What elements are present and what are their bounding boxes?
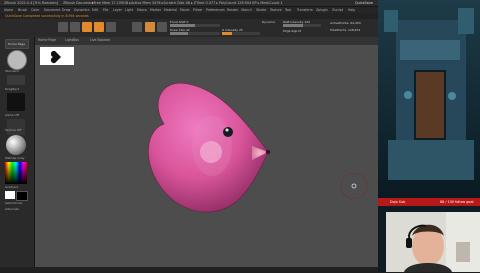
move-button[interactable] xyxy=(82,22,92,32)
goal-right-text: 88 / 100 follow goal xyxy=(440,199,474,204)
menu-material[interactable]: Material xyxy=(164,8,177,12)
zsub-button[interactable] xyxy=(157,22,167,32)
menu-document[interactable]: Document xyxy=(44,8,61,12)
webcam-feed xyxy=(386,212,480,272)
draw-button[interactable] xyxy=(70,22,80,32)
home-page-button[interactable]: Home Page xyxy=(5,39,29,49)
material-label: MatCap Gray xyxy=(5,156,25,160)
brush-thumbnail[interactable] xyxy=(7,50,27,70)
menu-marker[interactable]: Marker xyxy=(150,8,161,12)
goal-left-text: Dojo Sub xyxy=(390,199,406,204)
app-title: ZBrush 2022.0.4 [Trin Rueuben] xyxy=(4,1,59,5)
menu-tool[interactable]: Tool xyxy=(285,8,291,12)
menu-light[interactable]: Light xyxy=(125,8,133,12)
document-title: ZBrush Document xyxy=(63,1,94,5)
menu-render[interactable]: Render xyxy=(227,8,238,12)
draw-size-slider[interactable] xyxy=(170,32,220,35)
canvas-top-shelf: Home Page LightBox Live Boolean xyxy=(35,37,378,45)
menu-zplugin[interactable]: Zplugin xyxy=(316,8,328,12)
edit-button[interactable] xyxy=(58,22,68,32)
switch-color-button[interactable]: SwitchColor xyxy=(5,201,23,205)
stroke-label: DragRect xyxy=(5,87,19,91)
secondary-color-swatch[interactable] xyxy=(16,191,28,201)
mrgb-button[interactable] xyxy=(132,22,142,32)
menu-file[interactable]: File xyxy=(103,8,108,12)
texture-label: Texture Off xyxy=(5,128,22,132)
menu-layer[interactable]: Layer xyxy=(113,8,122,12)
stats-readout: ▸Free Mem 17.109GB ▸Active Mem 3476 ▸Scr… xyxy=(92,1,283,5)
rotate-button[interactable] xyxy=(106,22,116,32)
live-boolean-tab[interactable]: Live Boolean xyxy=(90,38,110,42)
active-points: ActivePoints: 64,450 xyxy=(330,21,361,25)
webcam-person xyxy=(386,212,480,272)
menu-preferences[interactable]: Preferences xyxy=(206,8,225,12)
status-bar xyxy=(0,267,380,272)
home-page-tab[interactable]: Home Page xyxy=(38,38,56,42)
dynamic-label[interactable]: Dynamic xyxy=(262,20,275,24)
menu-alpha[interactable]: Alpha xyxy=(4,8,13,12)
top-toolbar: Focal Shift 0 Draw Size 42 Z Intensity 2… xyxy=(0,19,380,38)
menu-macro[interactable]: Macro xyxy=(137,8,147,12)
menu-help[interactable]: Help xyxy=(348,8,355,12)
menu-transform[interactable]: Transform xyxy=(297,8,313,12)
menu-color[interactable]: Color xyxy=(31,8,39,12)
rgb-intensity-slider[interactable] xyxy=(283,24,321,27)
lightbox-tab[interactable]: LightBox xyxy=(65,38,79,42)
menu-stroke[interactable]: Stroke xyxy=(256,8,266,12)
zadd-button[interactable] xyxy=(145,22,155,32)
gradient-label: Gradient xyxy=(5,185,19,189)
color-picker[interactable] xyxy=(5,162,27,184)
texture-thumbnail[interactable] xyxy=(7,119,25,135)
alpha-label: Alpha Off xyxy=(5,113,19,117)
focal-shift-slider[interactable] xyxy=(170,24,220,27)
quicksave-button[interactable]: QuickSave xyxy=(355,1,373,5)
menu-texture[interactable]: Texture xyxy=(270,8,282,12)
tool-thumbnail[interactable] xyxy=(40,47,74,65)
menu-brush[interactable]: Brush xyxy=(18,8,27,12)
heart-model[interactable] xyxy=(140,60,300,230)
z-intensity-slider[interactable] xyxy=(222,32,260,35)
alternate-button[interactable]: Alternate xyxy=(5,207,19,211)
menu-movie[interactable]: Movie xyxy=(180,8,189,12)
heart-eye xyxy=(223,127,233,137)
mrgb-label: Mrgb Rgb M xyxy=(283,29,301,33)
alpha-thumbnail[interactable] xyxy=(7,93,25,111)
menu-picker[interactable]: Picker xyxy=(193,8,203,12)
material-sphere[interactable] xyxy=(6,135,26,155)
total-points: TotalPoints: 128,872 xyxy=(330,28,361,32)
brush-cursor-icon xyxy=(340,172,368,200)
menu-edit[interactable]: Edit xyxy=(92,8,98,12)
heart-icon xyxy=(50,50,61,64)
scale-button[interactable] xyxy=(94,22,104,32)
reference-scene xyxy=(378,0,480,198)
main-color-swatch[interactable] xyxy=(5,191,15,199)
left-shelf: Home Page Standard DragRect Alpha Off Te… xyxy=(0,37,35,267)
quicksave-notice: QuickSave Completed successfully in 8.99… xyxy=(5,14,89,18)
menu-zscript[interactable]: Zscript xyxy=(332,8,343,12)
stroke-thumbnail[interactable] xyxy=(7,75,25,85)
brush-label: Standard xyxy=(5,69,19,73)
menu-dynamics[interactable]: Dynamics xyxy=(74,8,90,12)
stream-goal-bar: Dojo Sub 88 / 100 follow goal xyxy=(378,198,480,206)
menu-draw[interactable]: Draw xyxy=(62,8,70,12)
title-bar: ZBrush 2022.0.4 [Trin Rueuben] ZBrush Do… xyxy=(0,0,380,7)
heart-tip xyxy=(265,149,271,155)
heart-highlight xyxy=(200,141,222,163)
menu-stencil[interactable]: Stencil xyxy=(241,8,252,12)
